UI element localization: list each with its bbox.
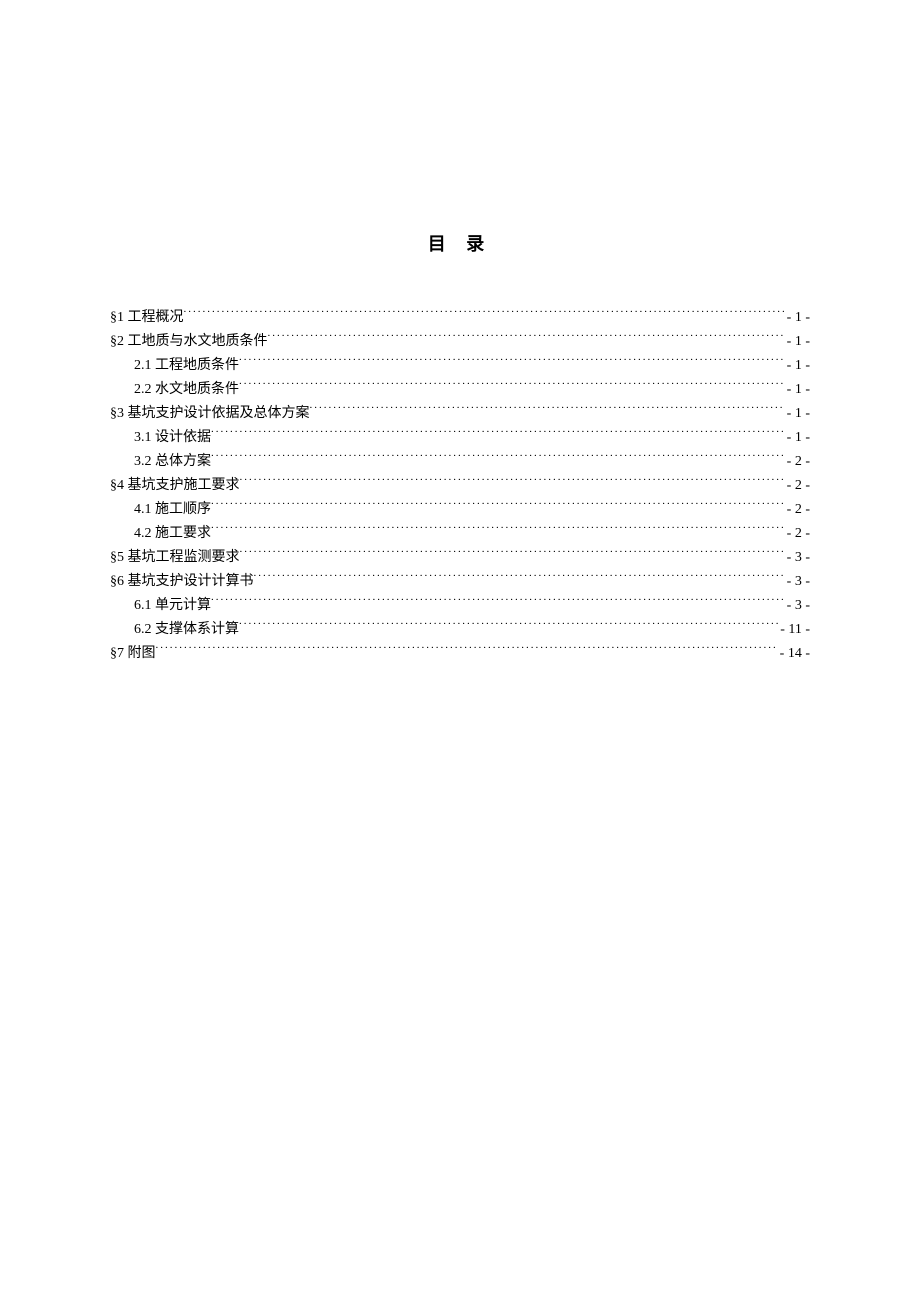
toc-dots: [211, 427, 785, 441]
toc-entry: §1 工程概况 - 1 -: [110, 306, 810, 330]
toc-entry-label: 4.2 施工要求: [134, 522, 211, 546]
toc-entry-page: - 14 -: [778, 642, 810, 666]
toc-entry-page: - 1 -: [785, 426, 810, 450]
toc-dots: [211, 523, 785, 537]
toc-entry: §3 基坑支护设计依据及总体方案 - 1 -: [110, 402, 810, 426]
toc-dots: [268, 331, 785, 345]
toc-entry-label: 2.1 工程地质条件: [134, 354, 239, 378]
toc-entry: §5 基坑工程监测要求 - 3 -: [110, 546, 810, 570]
toc-title: 目 录: [110, 230, 810, 256]
toc-dots: [240, 547, 785, 561]
toc-entry-label: 3.2 总体方案: [134, 450, 211, 474]
toc-dots: [239, 619, 778, 633]
toc-entry: 3.1 设计依据 - 1 -: [110, 426, 810, 450]
toc-dots: [240, 475, 785, 489]
toc-entry-label: 6.2 支撑体系计算: [134, 618, 239, 642]
toc-dots: [211, 499, 785, 513]
toc-entry-label: §7 附图: [110, 642, 156, 666]
toc-entry: §7 附图 - 14 -: [110, 642, 810, 666]
toc-entry: 2.1 工程地质条件 - 1 -: [110, 354, 810, 378]
toc-entry-page: - 2 -: [785, 522, 810, 546]
toc-entry-label: 3.1 设计依据: [134, 426, 211, 450]
toc-entry: 3.2 总体方案 - 2 -: [110, 450, 810, 474]
toc-entry: 6.2 支撑体系计算 - 11 -: [110, 618, 810, 642]
toc-dots: [239, 379, 785, 393]
toc-dots: [156, 643, 778, 657]
toc-entry-label: 2.2 水文地质条件: [134, 378, 239, 402]
toc-dots: [239, 355, 785, 369]
toc-entry-page: - 3 -: [785, 570, 810, 594]
toc-dots: [310, 403, 785, 417]
toc-entry-page: - 2 -: [785, 474, 810, 498]
toc-entry-page: - 1 -: [785, 402, 810, 426]
toc-entry: §2 工地质与水文地质条件 - 1 -: [110, 330, 810, 354]
toc-entry-label: 4.1 施工顺序: [134, 498, 211, 522]
toc-entry-page: - 2 -: [785, 450, 810, 474]
toc-entry-page: - 1 -: [785, 306, 810, 330]
table-of-contents: §1 工程概况- 1 -§2 工地质与水文地质条件- 1 -2.1 工程地质条件…: [110, 306, 810, 666]
toc-entry-page: - 1 -: [785, 378, 810, 402]
toc-entry-label: §6 基坑支护设计计算书: [110, 570, 254, 594]
toc-entry-label: §2 工地质与水文地质条件: [110, 330, 268, 354]
toc-entry: 2.2 水文地质条件 - 1 -: [110, 378, 810, 402]
toc-entry-page: - 2 -: [785, 498, 810, 522]
toc-entry: §6 基坑支护设计计算书 - 3 -: [110, 570, 810, 594]
toc-dots: [184, 307, 785, 321]
toc-entry: 4.1 施工顺序 - 2 -: [110, 498, 810, 522]
document-page: 目 录 §1 工程概况- 1 -§2 工地质与水文地质条件- 1 -2.1 工程…: [0, 0, 920, 666]
toc-entry-label: §5 基坑工程监测要求: [110, 546, 240, 570]
toc-entry-label: 6.1 单元计算: [134, 594, 211, 618]
toc-entry-label: §1 工程概况: [110, 306, 184, 330]
toc-dots: [211, 595, 785, 609]
toc-entry: §4 基坑支护施工要求 - 2 -: [110, 474, 810, 498]
toc-entry-page: - 11 -: [778, 618, 810, 642]
toc-entry-label: §3 基坑支护设计依据及总体方案: [110, 402, 310, 426]
toc-entry-page: - 3 -: [785, 594, 810, 618]
toc-entry: 6.1 单元计算 - 3 -: [110, 594, 810, 618]
toc-dots: [254, 571, 785, 585]
toc-dots: [211, 451, 785, 465]
toc-entry-page: - 1 -: [785, 354, 810, 378]
toc-entry-page: - 1 -: [785, 330, 810, 354]
toc-entry: 4.2 施工要求 - 2 -: [110, 522, 810, 546]
toc-entry-page: - 3 -: [785, 546, 810, 570]
toc-entry-label: §4 基坑支护施工要求: [110, 474, 240, 498]
